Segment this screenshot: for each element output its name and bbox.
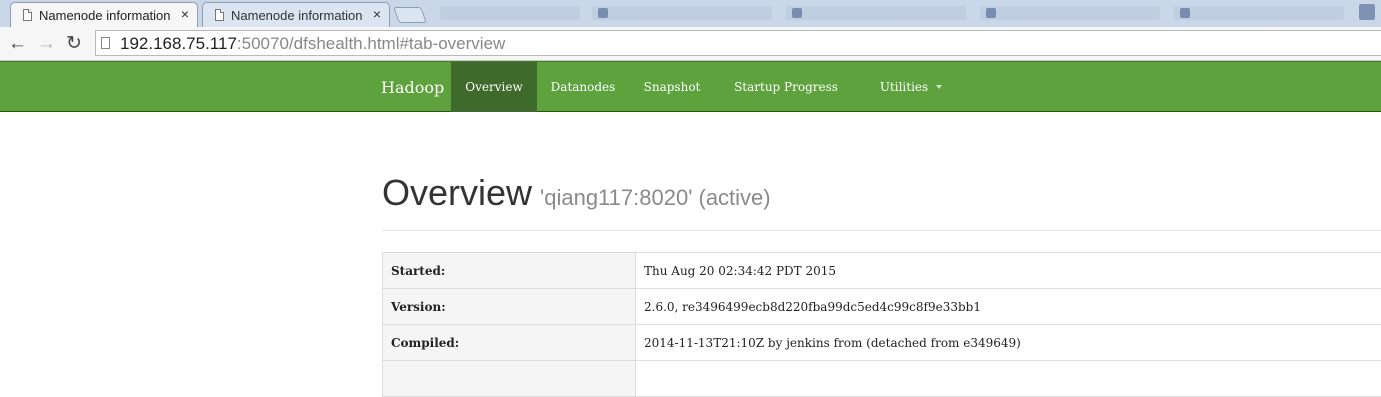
row-value: Thu Aug 20 02:34:42 PDT 2015 — [636, 253, 1381, 289]
back-arrow-icon[interactable]: ← — [8, 34, 27, 53]
blurred-tab[interactable] — [980, 6, 1160, 20]
url-path: :50070/dfshealth.html#tab-overview — [237, 34, 505, 53]
page-heading: Overview — [382, 172, 532, 213]
page-icon — [215, 9, 224, 21]
forward-arrow-icon[interactable]: → — [37, 34, 56, 53]
reload-icon[interactable]: ↻ — [66, 34, 82, 53]
row-key: Compiled: — [383, 325, 636, 361]
nav-label: Utilities — [880, 80, 928, 94]
nav-label: Startup Progress — [734, 80, 838, 94]
table-row — [383, 361, 1381, 397]
nav-overview[interactable]: Overview — [451, 62, 537, 112]
nav-label: Datanodes — [551, 80, 616, 94]
new-tab-button[interactable] — [393, 7, 427, 23]
blurred-tab[interactable] — [592, 6, 772, 20]
page-icon — [23, 9, 32, 21]
nav-startup-progress[interactable]: Startup Progress — [715, 62, 857, 112]
tab-title: Namenode information — [231, 8, 363, 23]
tab-title: Namenode information — [39, 8, 171, 23]
table-row: Started: Thu Aug 20 02:34:42 PDT 2015 — [383, 253, 1381, 289]
nav-datanodes[interactable]: Datanodes — [537, 62, 629, 112]
close-icon[interactable]: × — [181, 6, 189, 22]
blurred-tab[interactable] — [1174, 6, 1344, 20]
navbar-brand[interactable]: Hadoop — [381, 78, 444, 97]
favicon-icon — [1180, 8, 1190, 18]
favicon-icon — [986, 8, 996, 18]
row-value: 2014-11-13T21:10Z by jenkins from (detac… — [636, 325, 1381, 361]
row-key: Version: — [383, 289, 636, 325]
favicon-icon — [792, 8, 802, 18]
nav-label: Overview — [465, 80, 522, 94]
hadoop-navbar: Hadoop Overview Datanodes Snapshot Start… — [0, 61, 1381, 112]
url-text[interactable]: 192.168.75.117:50070/dfshealth.html#tab-… — [120, 35, 505, 53]
table-row: Compiled: 2014-11-13T21:10Z by jenkins f… — [383, 325, 1381, 361]
browser-tab-active[interactable]: Namenode information × — [10, 2, 198, 27]
table-row: Version: 2.6.0, re3496499ecb8d220fba99dc… — [383, 289, 1381, 325]
page-subtitle: 'qiang117:8020' (active) — [540, 185, 771, 210]
browser-tab-strip: Namenode information × Namenode informat… — [0, 0, 1381, 28]
chevron-down-icon — [936, 85, 942, 89]
blurred-tab[interactable] — [786, 6, 966, 20]
row-value: 2.6.0, re3496499ecb8d220fba99dc5ed4c99c8… — [636, 289, 1381, 325]
browser-toolbar: ← → ↻ 192.168.75.117:50070/dfshealth.htm… — [0, 27, 1381, 61]
row-value — [636, 361, 1381, 397]
browser-tab-inactive[interactable]: Namenode information × — [202, 2, 390, 27]
nav-utilities[interactable]: Utilities — [857, 62, 965, 112]
address-bar[interactable]: 192.168.75.117:50070/dfshealth.html#tab-… — [95, 30, 1381, 56]
row-key: Started: — [383, 253, 636, 289]
window-button[interactable] — [1359, 4, 1375, 20]
overview-table: Started: Thu Aug 20 02:34:42 PDT 2015 Ve… — [382, 252, 1381, 397]
nav-snapshot[interactable]: Snapshot — [629, 62, 715, 112]
divider — [382, 230, 1381, 231]
page-title: Overview 'qiang117:8020' (active) — [382, 172, 771, 214]
url-host: 192.168.75.117 — [120, 34, 237, 53]
blurred-tab[interactable] — [440, 6, 580, 20]
page-icon — [101, 37, 110, 49]
favicon-icon — [598, 8, 608, 18]
close-icon[interactable]: × — [373, 6, 381, 22]
nav-label: Snapshot — [644, 80, 701, 94]
row-key — [383, 361, 636, 397]
